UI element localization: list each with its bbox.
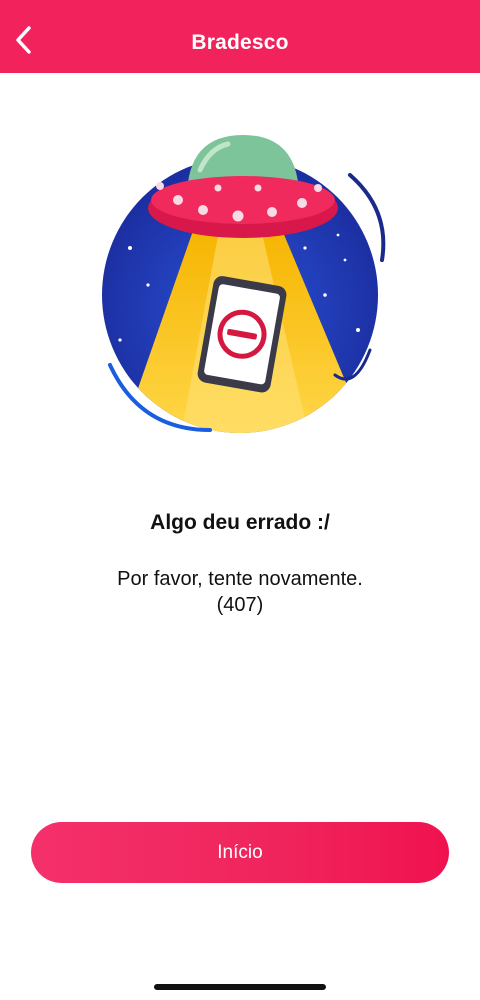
app-header: Bradesco <box>0 0 480 73</box>
error-code: (407) <box>216 594 264 616</box>
error-heading: Algo deu errado :/ <box>150 511 330 534</box>
ufo-illustration <box>100 130 390 440</box>
error-message: Por favor, tente novamente. (407) <box>0 566 480 618</box>
page-title: Bradesco <box>191 31 289 54</box>
error-message-text: Por favor, tente novamente. <box>117 568 363 590</box>
home-indicator[interactable] <box>154 984 326 990</box>
start-button[interactable]: Início <box>31 822 449 883</box>
